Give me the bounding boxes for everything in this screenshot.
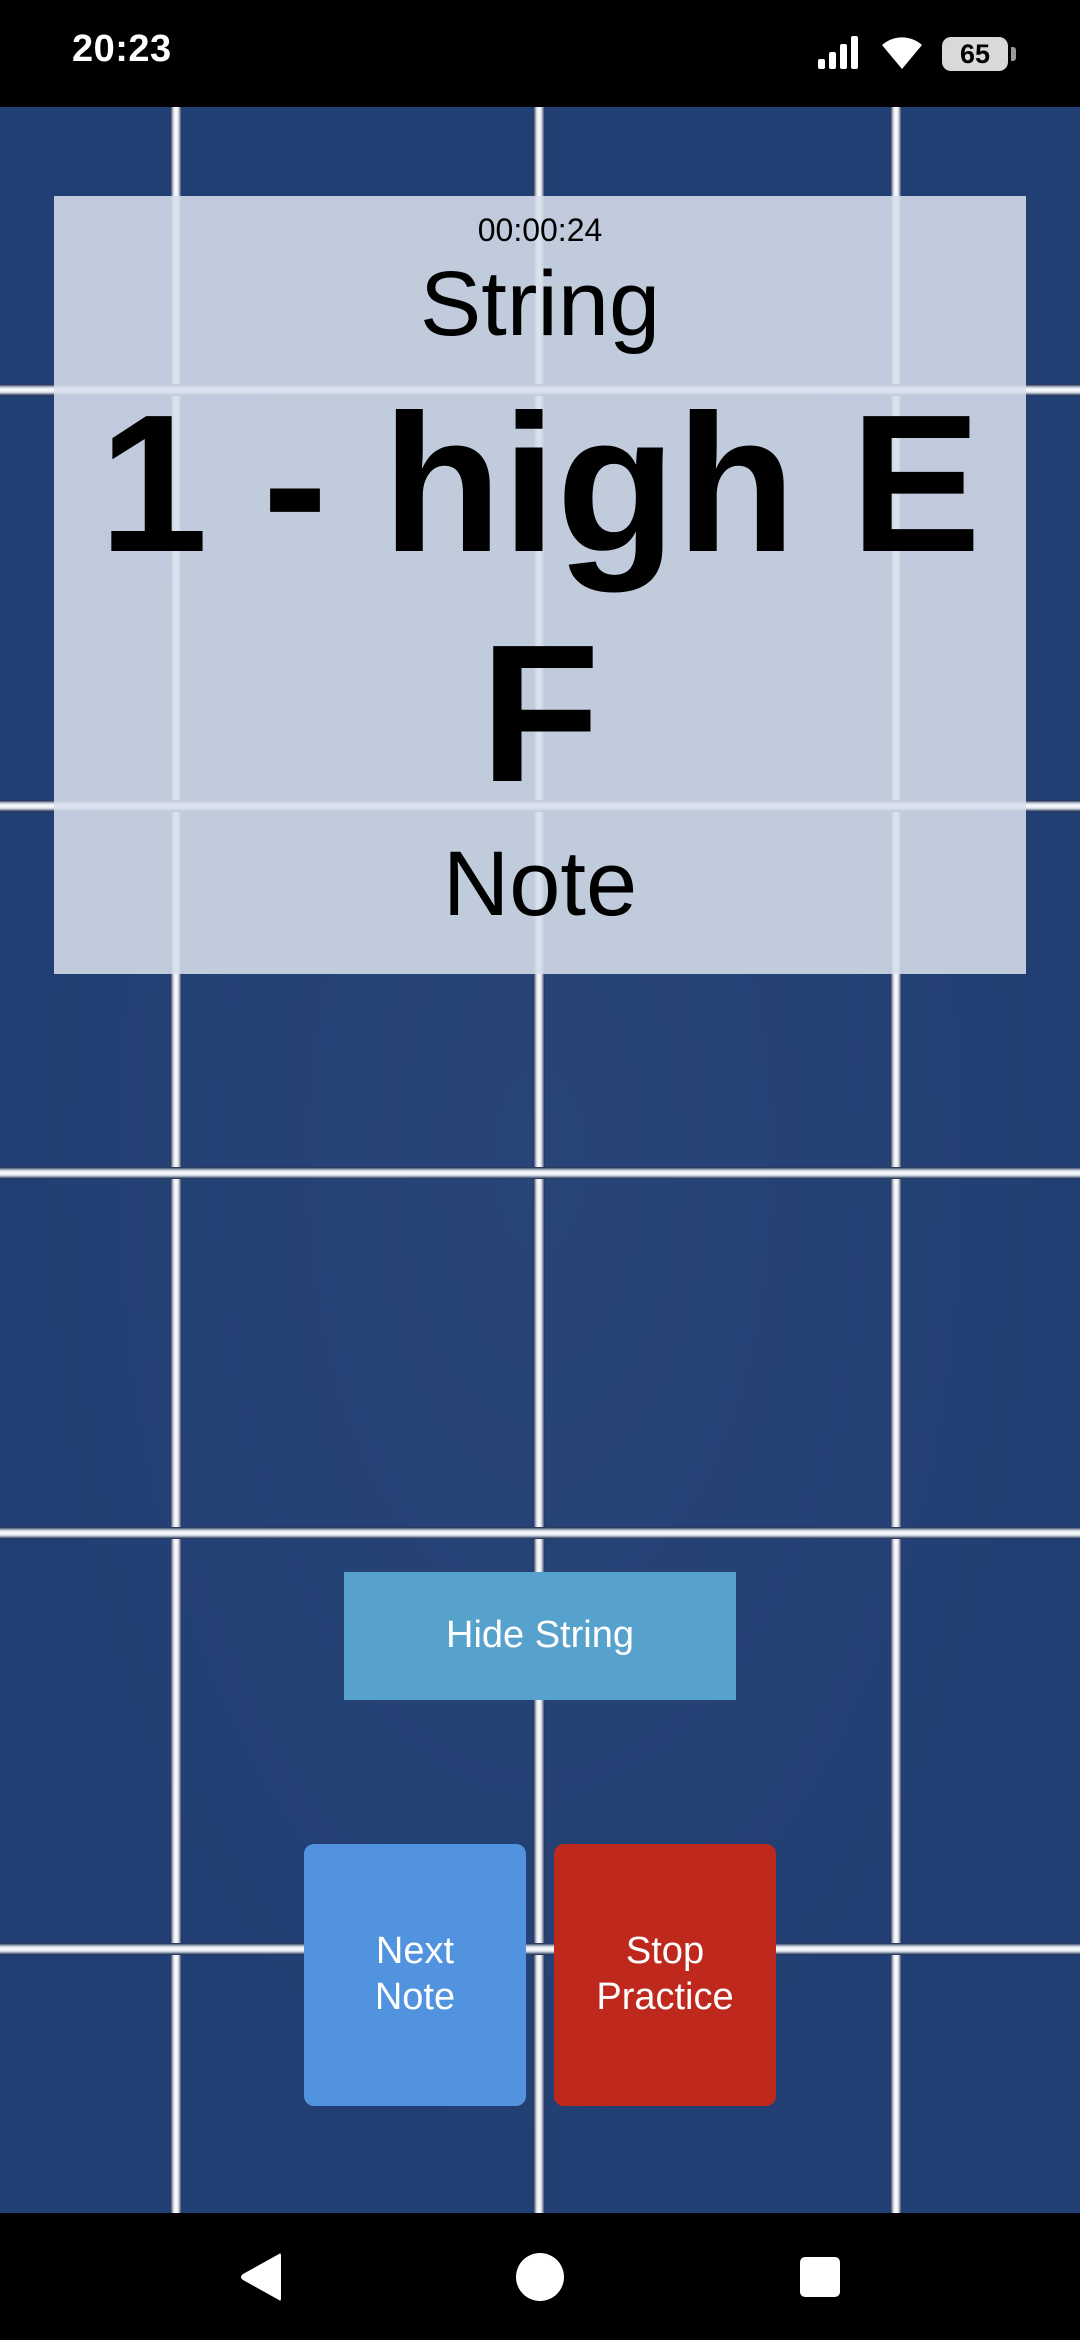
grout-line (0, 1527, 1080, 1539)
note-value: F (480, 604, 600, 823)
status-bar: 20:23 65 (0, 0, 1080, 107)
grout-line (0, 1167, 1080, 1179)
string-label: String (419, 253, 661, 355)
navigation-bar (0, 2213, 1080, 2340)
status-icons: 65 (816, 34, 1016, 75)
stop-practice-label: Stop Practice (596, 1930, 734, 2018)
back-icon[interactable] (218, 2235, 302, 2319)
battery-level: 65 (959, 38, 991, 69)
stop-practice-button[interactable]: Stop Practice (554, 1844, 776, 2106)
next-note-button[interactable]: Next Note (304, 1844, 526, 2106)
app-screen: 20:23 65 00:00:24 String 1 - high E F No… (0, 0, 1080, 2340)
recents-icon[interactable] (778, 2235, 862, 2319)
string-value: 1 - high E (99, 374, 981, 593)
home-icon[interactable] (498, 2235, 582, 2319)
hide-string-label: Hide String (446, 1614, 634, 1657)
signal-icon (816, 35, 862, 74)
status-time: 20:23 (72, 28, 172, 70)
battery-icon: 65 (942, 37, 1016, 71)
practice-timer: 00:00:24 (477, 212, 603, 248)
hide-string-button[interactable]: Hide String (344, 1572, 736, 1700)
practice-panel: 00:00:24 String 1 - high E F Note (54, 196, 1026, 974)
grout-line (0, 1943, 1080, 1955)
wifi-icon (880, 34, 924, 75)
note-label: Note (442, 833, 638, 935)
next-note-label: Next Note (374, 1930, 456, 2018)
